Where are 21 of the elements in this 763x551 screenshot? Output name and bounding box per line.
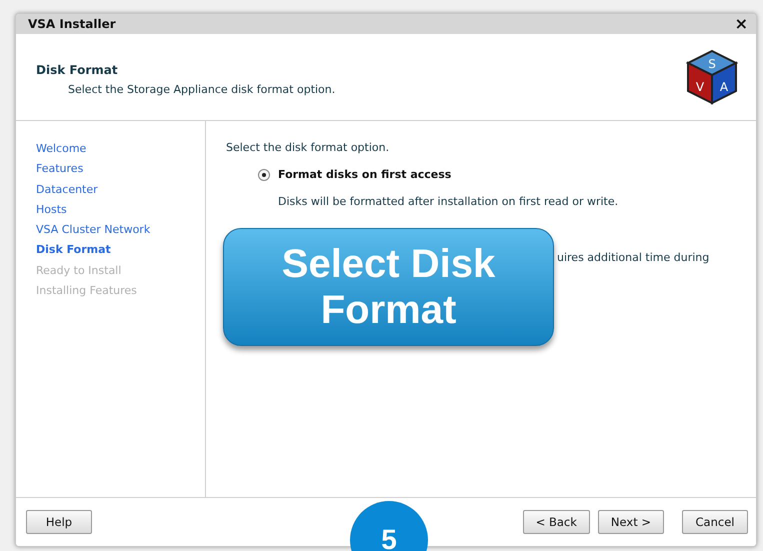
sidebar-item[interactable]: VSA Cluster Network [36, 222, 150, 238]
sidebar-item[interactable]: Hosts [36, 202, 67, 218]
radio-button[interactable] [258, 168, 270, 180]
wizard-button[interactable]: Next > [598, 510, 664, 534]
page-title: Disk Format [36, 62, 119, 76]
page-subtitle: Select the Storage Appliance disk format option. [67, 82, 336, 96]
option-description: Disks will be formatted after installation on first read or write. [278, 195, 620, 208]
option-label[interactable]: Format disks on first access [278, 168, 452, 181]
sidebar-item[interactable]: Datacenter [36, 182, 98, 197]
help-button[interactable]: Help [26, 510, 92, 534]
callout-banner: Select Disk Format [223, 228, 554, 346]
sidebar-item[interactable]: Welcome [36, 141, 86, 156]
sidebar-item[interactable]: Disk Format [36, 242, 111, 258]
window-title: VSA Installer [28, 17, 116, 31]
option-description: uires additional time during [557, 251, 710, 264]
cube-logo: S V A [686, 49, 738, 105]
wizard-button[interactable]: < Back [522, 510, 590, 534]
wizard-button[interactable]: Cancel [682, 510, 748, 534]
prompt-text: Select the disk format option. [226, 141, 390, 154]
sidebar-item[interactable]: Features [36, 161, 84, 177]
close-button[interactable]: × [734, 16, 748, 32]
